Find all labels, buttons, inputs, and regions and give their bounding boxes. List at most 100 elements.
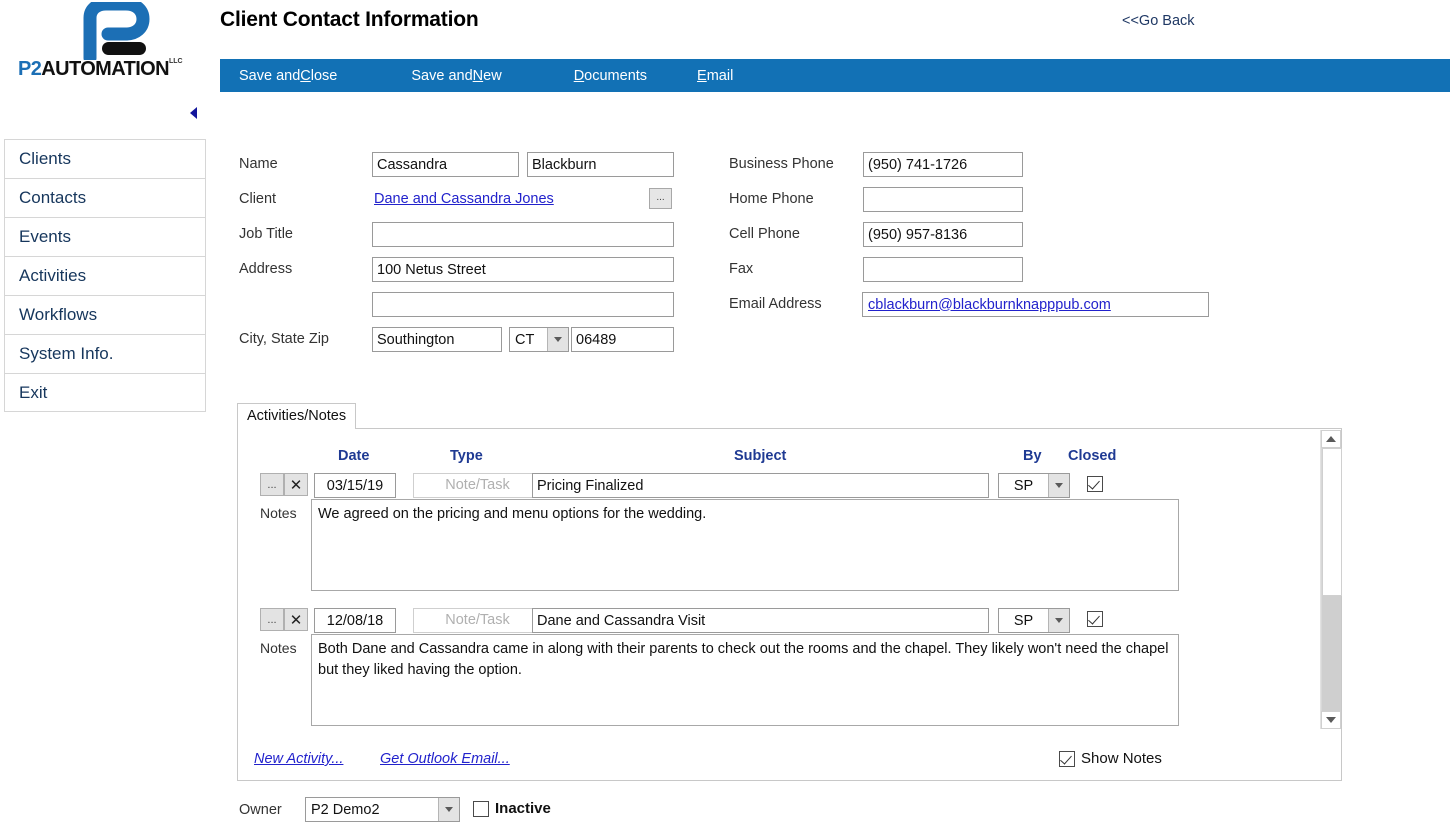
first-name-input[interactable] [372, 152, 519, 177]
scrollbar-thumb[interactable] [1322, 448, 1342, 596]
sidebar-item-label: Contacts [19, 188, 87, 207]
sidebar-item-system-info[interactable]: System Info. [4, 334, 206, 373]
sidebar-nav: Clients Contacts Events Activities Workf… [4, 139, 206, 412]
documents-button[interactable]: Documents [574, 59, 647, 92]
column-header-subject: Subject [734, 448, 787, 464]
row-type-field[interactable]: Note/Task [413, 473, 542, 498]
home-phone-input[interactable] [863, 187, 1023, 212]
sidebar-item-clients[interactable]: Clients [4, 139, 206, 178]
sidebar-item-label: Clients [19, 149, 71, 168]
row-lookup-label: ... [267, 613, 277, 626]
last-name-input[interactable] [527, 152, 674, 177]
row-notes-textarea[interactable]: We agreed on the pricing and menu option… [311, 499, 1179, 591]
activities-notes-panel: Date Type Subject By Closed ... ✕ Note/T… [237, 428, 1342, 781]
email-address-field[interactable]: cblackburn@blackburnknapppub.com [862, 292, 1209, 317]
fax-label: Fax [729, 261, 754, 277]
fax-input[interactable] [863, 257, 1023, 282]
name-label: Name [239, 156, 278, 172]
job-title-label: Job Title [239, 226, 293, 242]
owner-select[interactable]: P2 Demo2 [305, 797, 460, 822]
row-delete-button[interactable]: ✕ [284, 608, 308, 631]
owner-label: Owner [239, 802, 282, 818]
sidebar-item-events[interactable]: Events [4, 217, 206, 256]
new-activity-link[interactable]: New Activity... [254, 751, 343, 767]
sidebar-item-contacts[interactable]: Contacts [4, 178, 206, 217]
city-state-zip-label: City, State Zip [239, 331, 329, 347]
row-closed-checkbox[interactable] [1087, 611, 1103, 627]
collapse-panel-arrow-icon[interactable] [190, 107, 197, 119]
row-date-input[interactable] [314, 473, 396, 498]
row-delete-icon: ✕ [289, 611, 303, 629]
save-and-close-accel: C [300, 67, 311, 84]
state-select[interactable]: CT [509, 327, 569, 352]
go-back-link[interactable]: <<Go Back [1122, 13, 1195, 29]
tab-activities-notes[interactable]: Activities/Notes [237, 403, 357, 429]
column-header-by: By [1023, 448, 1042, 464]
left-navigation-panel: P2AUTOMATIONLLC Clients Contacts Events … [0, 0, 210, 828]
sidebar-item-workflows[interactable]: Workflows [4, 295, 206, 334]
client-contact-information-screen: P2AUTOMATIONLLC Clients Contacts Events … [0, 0, 1450, 828]
email-address-label: Email Address [729, 296, 822, 312]
row-type-field[interactable]: Note/Task [413, 608, 542, 633]
row-closed-checkbox[interactable] [1087, 476, 1103, 492]
row-notes-textarea[interactable]: Both Dane and Cassandra came in along wi… [311, 634, 1179, 726]
column-header-type: Type [450, 448, 483, 464]
row-by-select[interactable]: SP [998, 473, 1070, 498]
sidebar-item-label: System Info. [19, 344, 114, 363]
row-notes-label: Notes [260, 505, 297, 521]
inactive-label: Inactive [495, 800, 551, 817]
save-and-close-post: lose [310, 67, 338, 84]
save-and-close-button[interactable]: Save and Close [239, 59, 337, 92]
scroll-down-arrow-icon[interactable] [1321, 711, 1341, 729]
save-and-new-button[interactable]: Save and New [411, 59, 501, 92]
client-lookup-button[interactable]: ... [649, 188, 672, 209]
sidebar-item-label: Exit [19, 382, 48, 402]
row-lookup-button[interactable]: ... [260, 473, 284, 496]
chevron-down-icon [547, 328, 568, 351]
documents-post: ocuments [584, 67, 648, 84]
row-by-value: SP [1013, 477, 1034, 494]
client-link[interactable]: Dane and Cassandra Jones [374, 191, 554, 207]
show-notes-label: Show Notes [1081, 750, 1162, 767]
business-phone-label: Business Phone [729, 156, 834, 172]
row-subject-input[interactable] [532, 608, 989, 633]
scroll-up-arrow-icon[interactable] [1321, 430, 1341, 448]
save-and-new-post: ew [483, 67, 502, 84]
row-subject-input[interactable] [532, 473, 989, 498]
sidebar-item-label: Events [19, 227, 71, 246]
email-post: mail [706, 67, 734, 84]
business-phone-input[interactable] [863, 152, 1023, 177]
column-header-closed: Closed [1068, 448, 1117, 464]
inactive-checkbox[interactable] [473, 801, 489, 817]
email-address-link[interactable]: cblackburn@blackburnknapppub.com [868, 297, 1111, 313]
city-input[interactable] [372, 327, 502, 352]
logo-wordmark-tm: LLC [168, 58, 183, 65]
tab-label: Activities/Notes [247, 408, 347, 424]
row-lookup-button[interactable]: ... [260, 608, 284, 631]
job-title-input[interactable] [372, 222, 674, 247]
address-line1-input[interactable] [372, 257, 674, 282]
cell-phone-input[interactable] [863, 222, 1023, 247]
page-title: Client Contact Information [220, 8, 479, 31]
chevron-down-icon [1048, 474, 1069, 497]
address-line2-input[interactable] [372, 292, 674, 317]
get-outlook-email-link[interactable]: Get Outlook Email... [380, 751, 510, 767]
row-date-input[interactable] [314, 608, 396, 633]
save-and-new-pre: Save and [411, 67, 473, 84]
client-label: Client [239, 191, 277, 207]
zip-input[interactable] [571, 327, 674, 352]
show-notes-checkbox[interactable] [1059, 751, 1075, 767]
row-delete-button[interactable]: ✕ [284, 473, 308, 496]
email-accel: E [697, 67, 707, 84]
p2-automation-logo: P2AUTOMATIONLLC [8, 0, 203, 80]
sidebar-item-exit[interactable]: Exit [4, 373, 206, 412]
cell-phone-label: Cell Phone [729, 226, 800, 242]
activities-scrollbar[interactable] [1320, 430, 1342, 729]
sidebar-item-activities[interactable]: Activities [4, 256, 206, 295]
column-header-date: Date [338, 448, 370, 464]
email-button[interactable]: Email [697, 59, 733, 92]
row-by-select[interactable]: SP [998, 608, 1070, 633]
logo-wordmark-p2: P2 [18, 58, 42, 80]
scrollbar-track[interactable] [1321, 448, 1342, 711]
sidebar-item-label: Activities [19, 266, 87, 285]
